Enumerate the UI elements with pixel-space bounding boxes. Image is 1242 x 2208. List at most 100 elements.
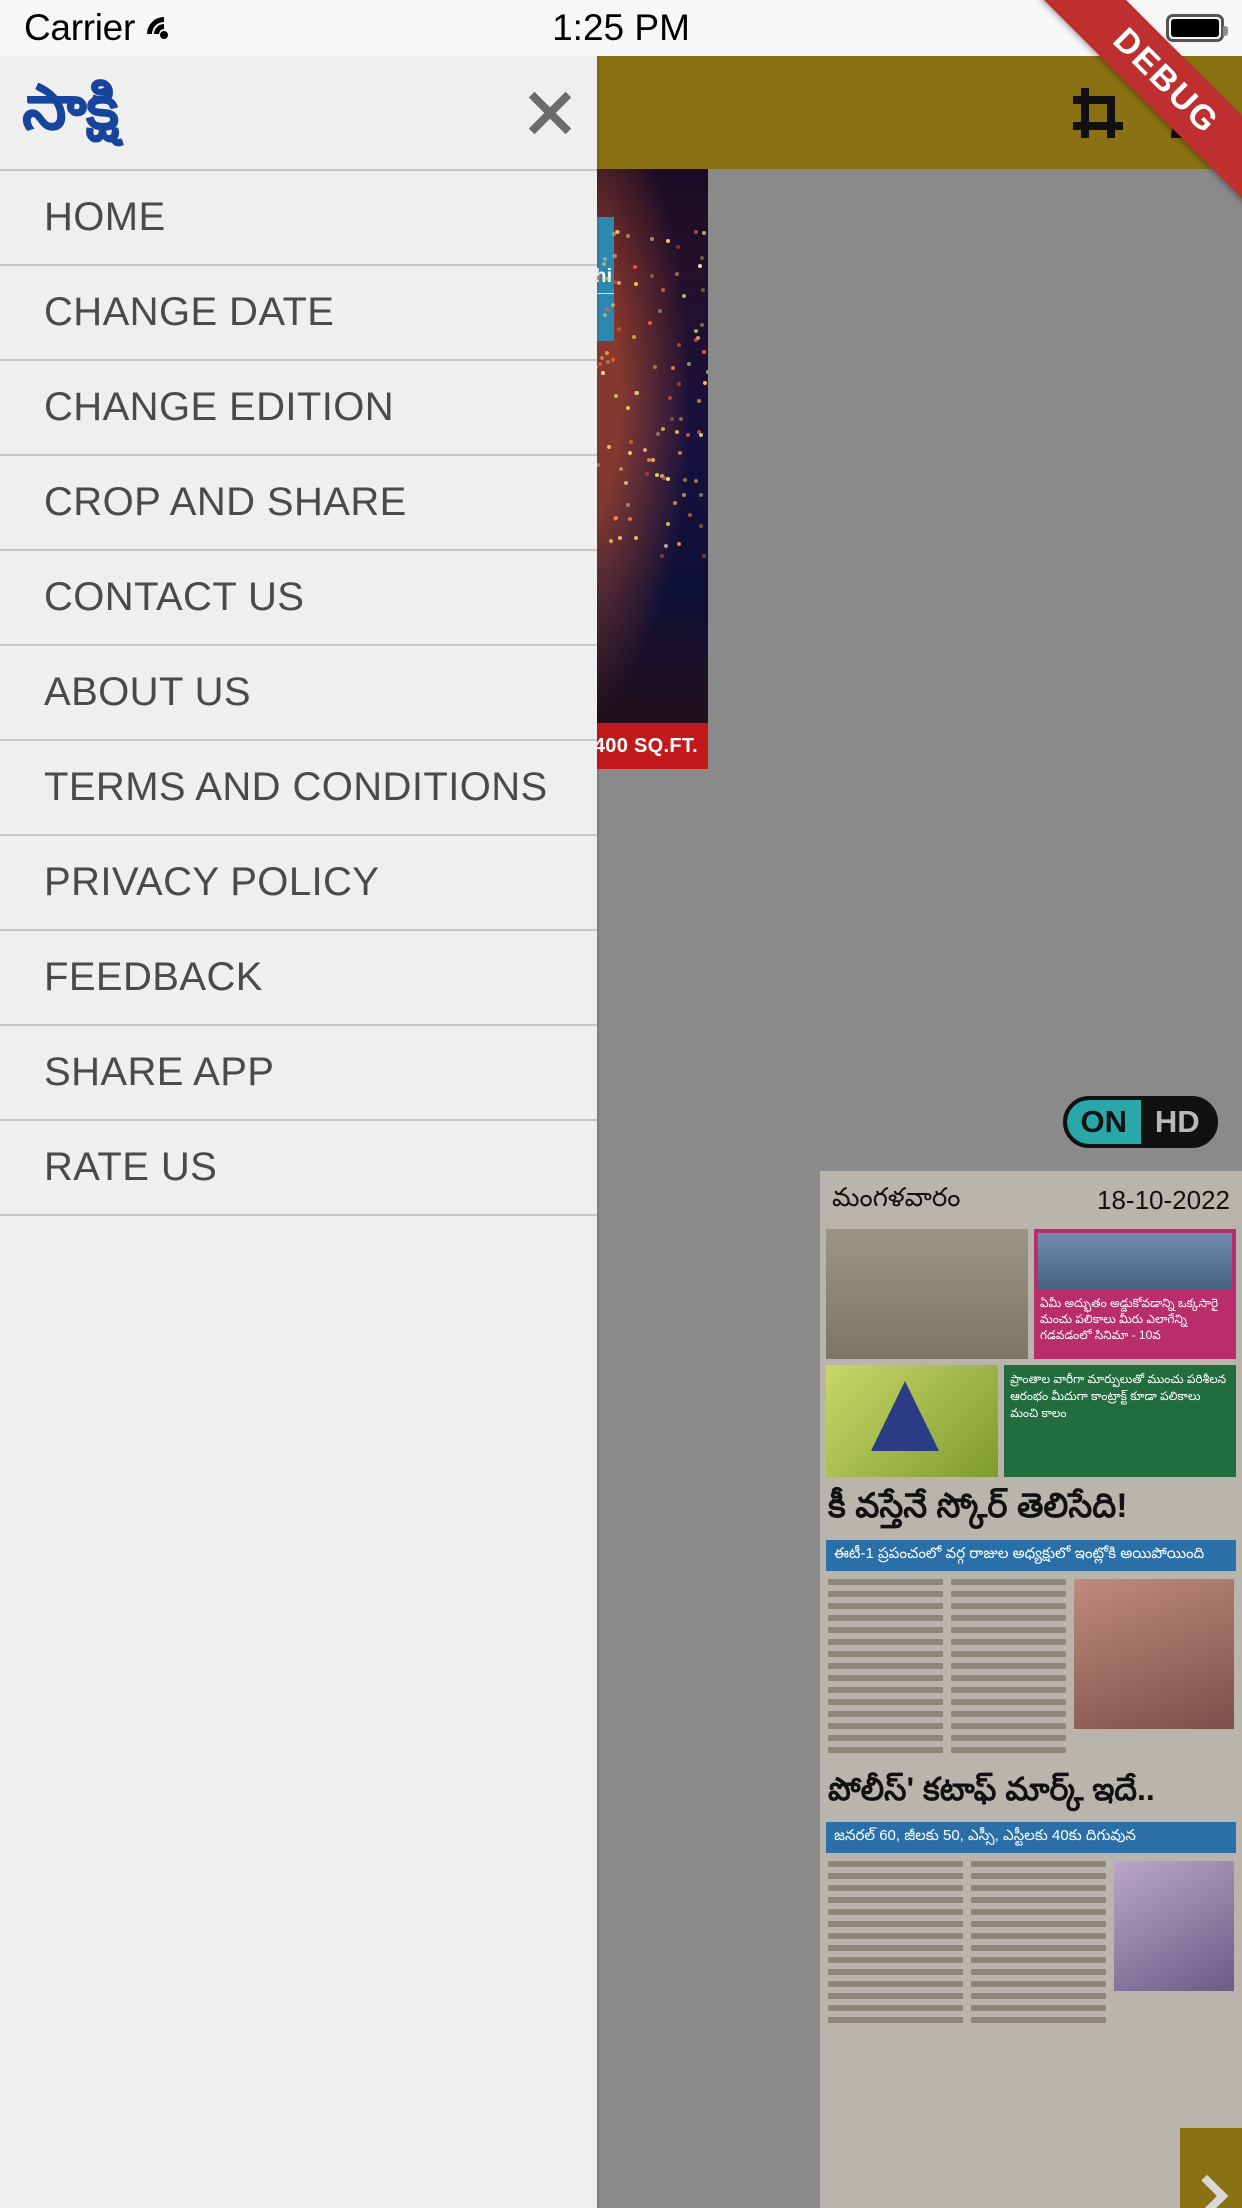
menu-item-label: FEEDBACK [44, 955, 263, 999]
menu-item-home[interactable]: HOME [0, 171, 597, 266]
spark-decor [672, 500, 677, 505]
newspaper-page[interactable]: మంగళవారం 18-10-2022 ఏమీ అద్భుతం అడ్డుకోవ… [820, 1171, 1242, 2208]
spark-decor [682, 294, 687, 299]
menu-item-label: CHANGE DATE [44, 290, 335, 334]
menu-item-about-us[interactable]: ABOUT US [0, 646, 597, 741]
spark-decor [682, 477, 687, 482]
menu-item-rate-us[interactable]: RATE US [0, 1121, 597, 1216]
spark-decor [617, 326, 622, 331]
spark-decor [677, 382, 682, 387]
spark-decor [696, 398, 701, 403]
menu-item-crop-and-share[interactable]: CROP AND SHARE [0, 456, 597, 551]
newspaper-body-1 [820, 1571, 1242, 1759]
spark-decor [633, 281, 638, 286]
spark-decor [700, 287, 705, 292]
menu-item-label: HOME [44, 195, 166, 239]
spark-decor [634, 391, 639, 396]
menu-item-label: SHARE APP [44, 1050, 275, 1094]
menu-item-share-app[interactable]: SHARE APP [0, 1026, 597, 1121]
menu-item-change-edition[interactable]: CHANGE EDITION [0, 361, 597, 456]
drawer-edge-shadow [597, 56, 599, 2208]
spark-decor [694, 229, 699, 234]
next-page-button[interactable] [1180, 2128, 1242, 2208]
newspaper-headline-2: పోలీస్' కటాఫ్ మార్క్ ఇదే.. [828, 1771, 1155, 1807]
spark-decor [693, 337, 698, 342]
spark-decor [613, 279, 618, 284]
spark-decor [654, 473, 659, 478]
menu-item-label: CROP AND SHARE [44, 480, 407, 524]
spark-decor [625, 405, 630, 410]
crop-icon [1073, 87, 1123, 138]
spark-decor [618, 467, 623, 472]
drawer-header: సాక్షి [0, 56, 597, 169]
newspaper-pink-text: ఏమీ అద్భుతం అడ్డుకోవడాన్ని ఒక్కసారై మంచు… [1040, 1296, 1219, 1343]
spark-decor [677, 450, 682, 455]
spark-decor [669, 416, 674, 421]
spark-decor [699, 523, 704, 528]
spark-decor [671, 365, 676, 370]
newspaper-photo [826, 1365, 999, 1477]
spark-decor [643, 447, 648, 452]
spark-decor [611, 358, 616, 363]
status-bar-right [1166, 14, 1228, 42]
newspaper-headline-1: కీ వస్తేనే స్కోర్ తెలిసేది! [828, 1487, 1128, 1525]
menu-item-feedback[interactable]: FEEDBACK [0, 931, 597, 1026]
drawer-close-button[interactable] [521, 84, 579, 142]
spark-decor [651, 457, 656, 462]
spark-decor [607, 445, 612, 450]
spark-decor [660, 287, 665, 292]
spark-decor [697, 263, 702, 268]
newspaper-photo [826, 1229, 1028, 1359]
newspaper-photo [1038, 1233, 1232, 1289]
spark-decor [612, 254, 617, 259]
chevron-right-icon [1185, 2174, 1229, 2208]
spark-decor [649, 274, 654, 279]
navigation-drawer: సాక్షి HOME CHANGE DATE CHANGE EDITION C… [0, 56, 597, 2208]
hd-toggle-hd-label: HD [1140, 1100, 1214, 1144]
menu-item-contact-us[interactable]: CONTACT US [0, 551, 597, 646]
spark-decor [687, 362, 692, 367]
newspaper-photo [1074, 1579, 1234, 1729]
spark-decor [700, 256, 705, 261]
newspaper-green-text: ప్రాంతాల వారీగా మార్పులుతో ముంచు పరిశీలన… [1004, 1365, 1236, 1477]
menu-item-label: ABOUT US [44, 670, 251, 714]
drawer-menu: HOME CHANGE DATE CHANGE EDITION CROP AND… [0, 169, 597, 1216]
spark-decor [625, 233, 630, 238]
spark-decor [698, 492, 703, 497]
spark-decor [628, 516, 633, 521]
spark-decor [633, 264, 638, 269]
spark-decor [694, 478, 699, 483]
spark-decor [678, 416, 683, 421]
newspaper-header: మంగళవారం 18-10-2022 [820, 1171, 1242, 1229]
hd-toggle[interactable]: ON HD [1063, 1096, 1218, 1148]
spark-decor [608, 538, 613, 543]
menu-item-terms-and-conditions[interactable]: TERMS AND CONDITIONS [0, 741, 597, 836]
text-lines [828, 1579, 943, 1759]
menu-item-label: TERMS AND CONDITIONS [44, 765, 548, 809]
spark-decor [606, 359, 611, 364]
spark-decor [699, 432, 704, 437]
spark-decor [648, 321, 653, 326]
menu-item-privacy-policy[interactable]: PRIVACY POLICY [0, 836, 597, 931]
newspaper-row-second: ప్రాంతాల వారీగా మార్పులుతో ముంచు పరిశీలన… [820, 1359, 1242, 1477]
text-lines [971, 1861, 1106, 2029]
spark-decor [702, 350, 707, 355]
newspaper-date: 18-10-2022 [1097, 1184, 1230, 1215]
text-lines [828, 1861, 963, 2029]
menu-item-label: RATE US [44, 1145, 218, 1189]
spark-decor [666, 522, 671, 527]
newspaper-subhead-1: ఈటీ-1 ప్రపంచంలో వర్గ రాజుల అధ్యక్షులో ఇం… [826, 1540, 1236, 1571]
spark-decor [663, 543, 668, 548]
menu-item-change-date[interactable]: CHANGE DATE [0, 266, 597, 361]
newspaper-weekday: మంగళవారం [832, 1181, 961, 1212]
spark-decor [660, 553, 665, 558]
spark-decor [662, 475, 667, 480]
spark-decor [644, 472, 649, 477]
spark-decor [603, 312, 608, 317]
spark-decor [627, 451, 632, 456]
text-lines [951, 1579, 1066, 1759]
spark-decor [660, 427, 665, 432]
spark-decor [685, 433, 690, 438]
spark-decor [674, 271, 679, 276]
spark-decor [599, 355, 604, 360]
